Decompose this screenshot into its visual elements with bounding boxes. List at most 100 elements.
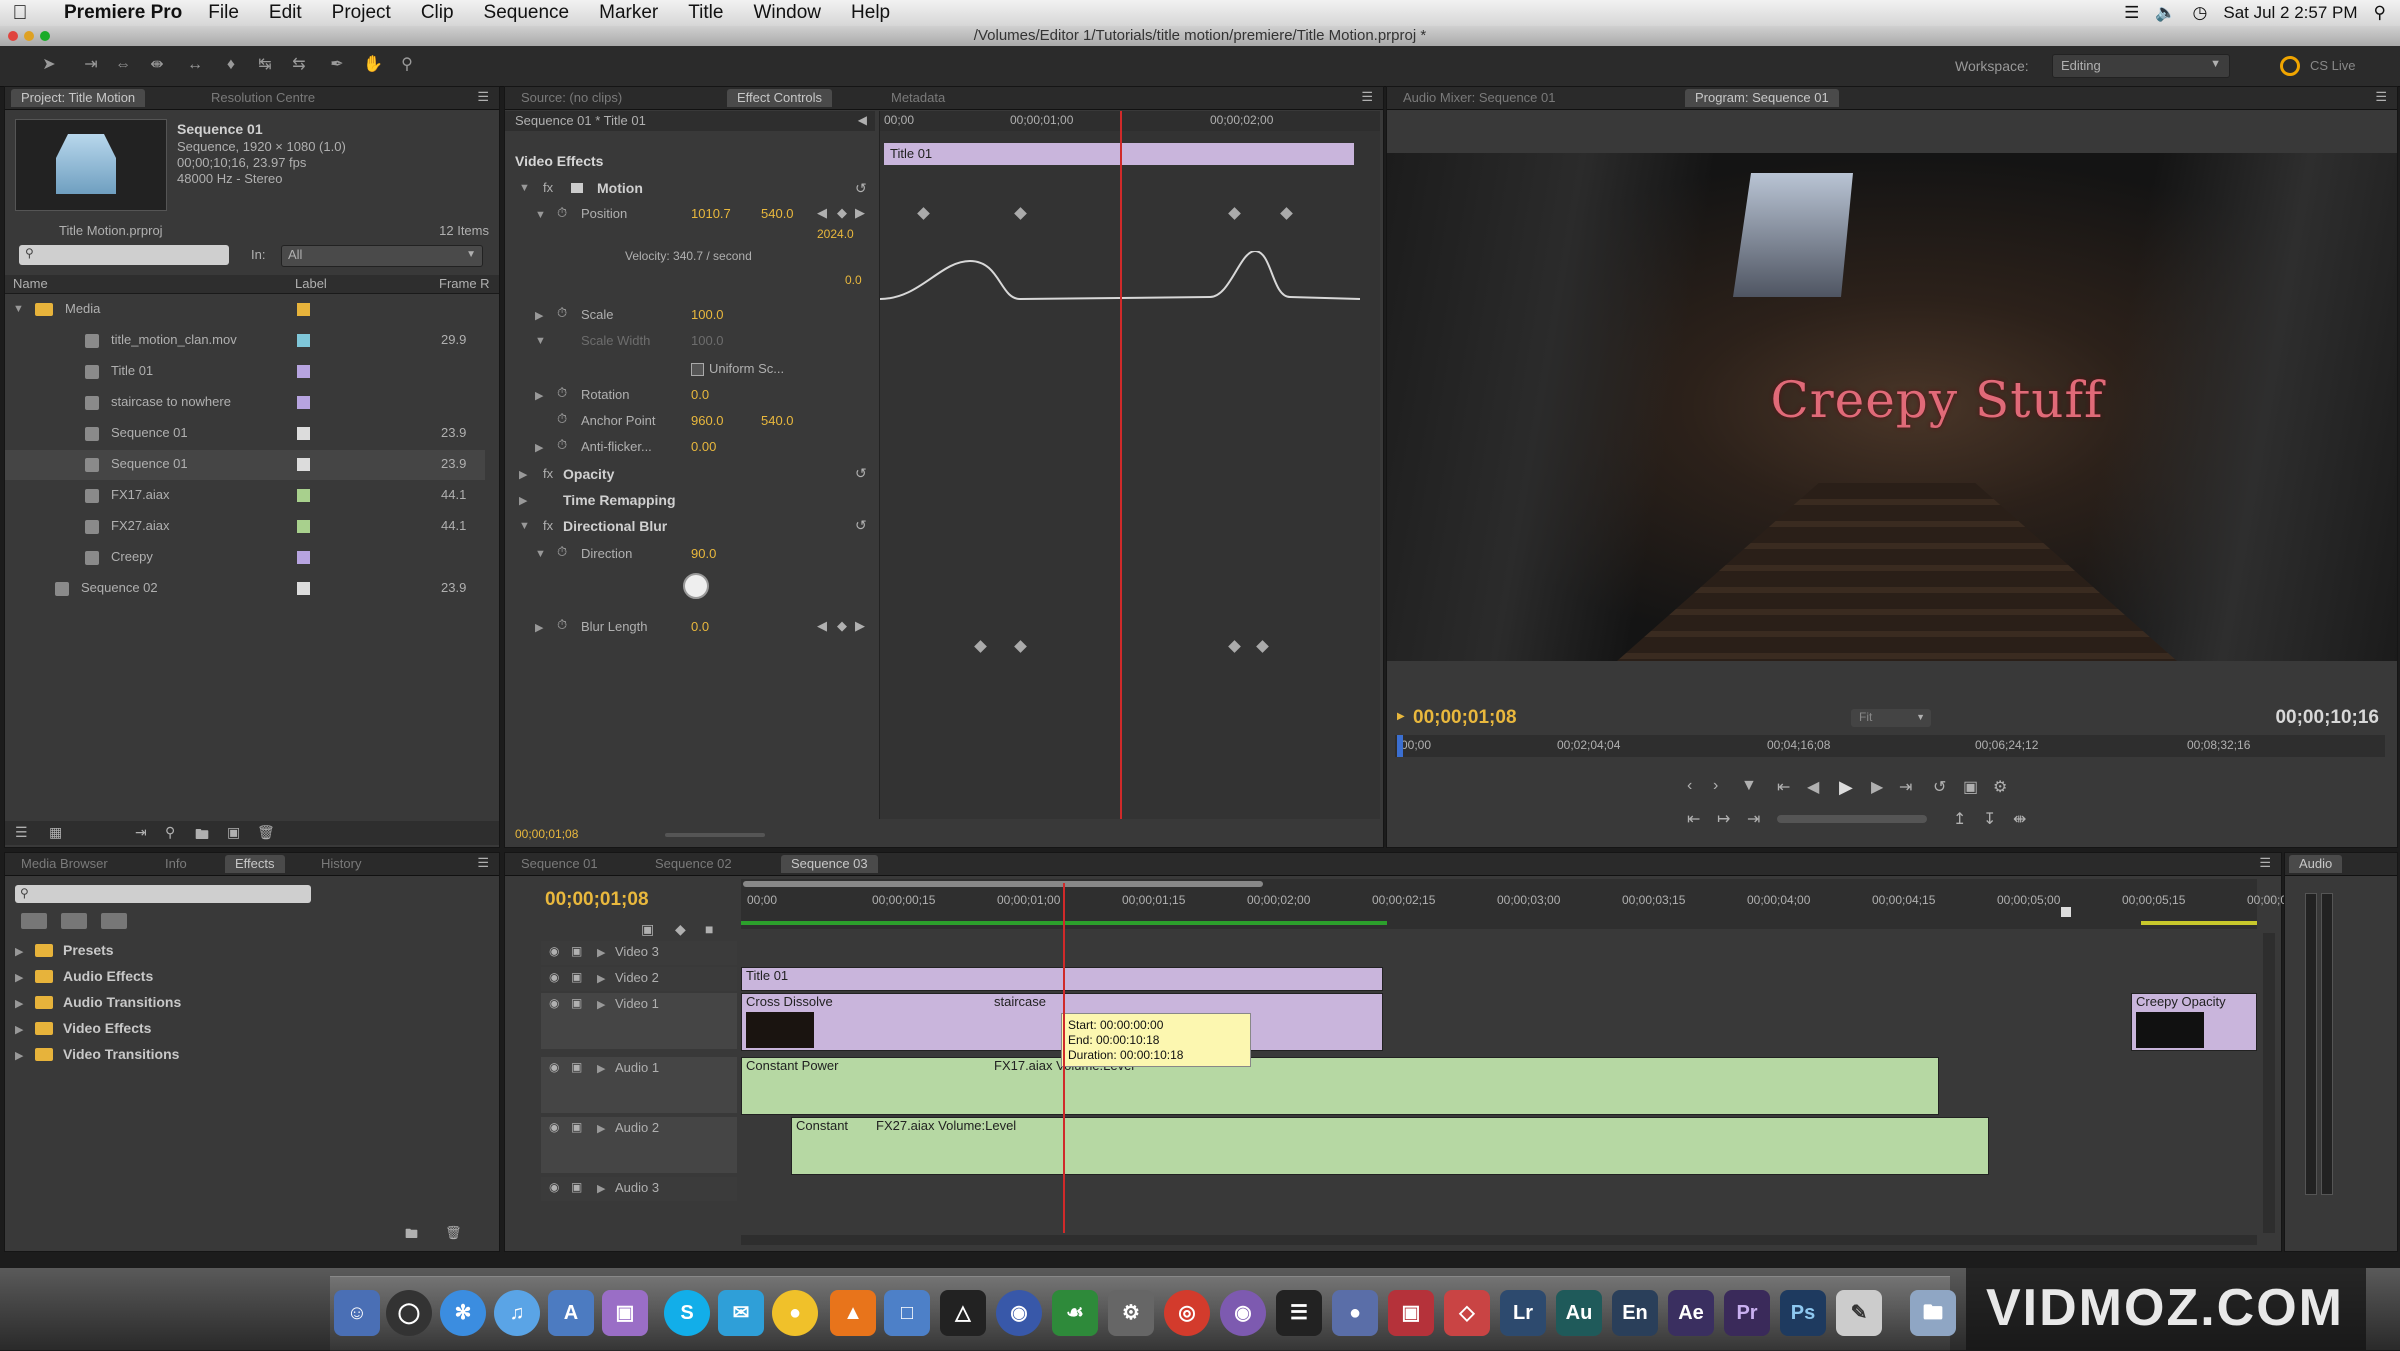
cs-live-icon[interactable] xyxy=(2280,56,2300,76)
photo-booth-icon[interactable]: ▣ xyxy=(602,1290,648,1336)
playhead-line[interactable] xyxy=(1120,111,1122,819)
expand-icon[interactable]: ▼ xyxy=(519,520,530,532)
program-video-frame[interactable]: Creepy Stuff xyxy=(1387,153,2397,661)
panel-menu-icon[interactable]: ☰ xyxy=(477,89,489,105)
yuv-effects-icon[interactable] xyxy=(101,913,127,929)
rate-stretch-tool-icon[interactable]: ↔ xyxy=(184,54,206,76)
vlc-icon[interactable]: ▲ xyxy=(830,1290,876,1336)
add-marker-icon[interactable]: ▼ xyxy=(1741,777,1757,795)
keyframe-marker[interactable] xyxy=(1014,207,1027,220)
reset-icon[interactable]: ↺ xyxy=(855,180,867,197)
column-frame-rate[interactable]: Frame R xyxy=(439,276,490,291)
add-keyframe-icon[interactable]: ◆ xyxy=(837,205,847,221)
next-keyframe-icon[interactable]: ▶ xyxy=(855,618,865,634)
stopwatch-icon[interactable]: ⏱ xyxy=(557,437,567,453)
tab-metadata[interactable]: Metadata xyxy=(881,89,955,107)
position-y-value[interactable]: 540.0 xyxy=(761,206,794,221)
expand-icon[interactable]: ▶ xyxy=(597,998,605,1011)
expand-icon[interactable]: ▶ xyxy=(597,1182,605,1195)
expand-icon[interactable]: ▶ xyxy=(535,389,543,402)
in-filter-select[interactable]: All ▼ xyxy=(281,245,483,267)
label-color-swatch[interactable] xyxy=(297,334,310,347)
expand-icon[interactable]: ▶ xyxy=(597,972,605,985)
fit-select[interactable]: Fit ▼ xyxy=(1851,709,1931,727)
photoshop-icon[interactable]: Ps xyxy=(1780,1290,1826,1336)
project-item-row[interactable]: FX27.aiax 44.1 xyxy=(5,512,485,542)
label-color-swatch[interactable] xyxy=(297,582,310,595)
column-label[interactable]: Label xyxy=(295,276,327,291)
zoom-slider[interactable] xyxy=(665,833,765,837)
app-menu[interactable]: Premiere Pro xyxy=(64,2,182,24)
skype-icon[interactable]: S xyxy=(664,1290,710,1336)
after-effects-icon[interactable]: Ae xyxy=(1668,1290,1714,1336)
timeline-vertical-scrollbar[interactable] xyxy=(2263,933,2275,1233)
slip-tool-icon[interactable]: ↹ xyxy=(254,54,276,76)
selection-tool-icon[interactable]: ➤ xyxy=(38,54,60,76)
keyframe-marker[interactable] xyxy=(1228,207,1241,220)
shuttle-slider[interactable] xyxy=(1777,815,1927,823)
position-x-value[interactable]: 1010.7 xyxy=(691,206,731,221)
automator-icon[interactable]: ⚙ xyxy=(1108,1290,1154,1336)
menubar-clock[interactable]: Sat Jul 2 2:57 PM xyxy=(2223,3,2357,23)
panel-menu-icon[interactable]: ☰ xyxy=(2375,89,2387,105)
project-item-row[interactable]: FX17.aiax 44.1 xyxy=(5,481,485,511)
expand-icon[interactable]: ▶ xyxy=(15,945,23,958)
hand-tool-icon[interactable]: ✋ xyxy=(362,54,384,76)
fx-icon[interactable]: fx xyxy=(543,466,553,481)
fx-icon[interactable]: fx xyxy=(543,180,553,195)
keyframe-marker[interactable] xyxy=(1014,640,1027,653)
program-time-ruler[interactable]: 00;00 00;02;04;04 00;04;16;08 00;06;24;1… xyxy=(1395,735,2385,757)
effects-category[interactable]: ▶ Video Transitions xyxy=(5,1043,485,1067)
zoom-window-icon[interactable] xyxy=(40,31,50,41)
menu-project[interactable]: Project xyxy=(332,2,391,24)
column-name[interactable]: Name xyxy=(13,276,48,291)
close-window-icon[interactable] xyxy=(8,31,18,41)
scale-value[interactable]: 100.0 xyxy=(691,307,724,322)
label-color-swatch[interactable] xyxy=(297,458,310,471)
play-in-to-out-icon[interactable]: ↦ xyxy=(1717,809,1730,829)
tab-project[interactable]: Project: Title Motion xyxy=(11,89,146,107)
keyframe-marker[interactable] xyxy=(917,207,930,220)
expand-icon[interactable]: ▶ xyxy=(597,946,605,959)
new-item-icon[interactable]: ▣ xyxy=(227,824,240,841)
blur-length-value[interactable]: 0.0 xyxy=(691,619,709,634)
effect-timeline-ruler[interactable]: 00;00 00;00;01;00 00;00;02;00 xyxy=(880,111,1380,131)
trim-icon[interactable]: ⇼ xyxy=(2013,809,2026,829)
anchor-y-value[interactable]: 540.0 xyxy=(761,413,794,428)
project-item-row[interactable]: title_motion_clan.mov 29.9 xyxy=(5,326,485,356)
new-bin-icon[interactable]: 🖿 xyxy=(195,824,209,848)
anchor-x-value[interactable]: 960.0 xyxy=(691,413,724,428)
effect-keyframe-area[interactable]: 00;00 00;00;01;00 00;00;02;00 Title 01 xyxy=(879,111,1380,819)
step-back-icon[interactable]: ◀ xyxy=(1807,777,1819,797)
timeline-playhead[interactable] xyxy=(1063,883,1065,1233)
track-header[interactable]: ◉ ▣ ▶ Audio 1 xyxy=(541,1057,737,1113)
project-item-row[interactable]: Title 01 xyxy=(5,357,485,387)
effects-category[interactable]: ▶ Audio Effects xyxy=(5,965,485,989)
go-to-in-icon[interactable]: ⇤ xyxy=(1777,777,1790,797)
label-color-swatch[interactable] xyxy=(297,303,310,316)
expand-icon[interactable]: ▼ xyxy=(519,182,530,194)
acrobat-icon[interactable]: ◇ xyxy=(1444,1290,1490,1336)
toggle-icon[interactable]: ◀ xyxy=(858,113,867,127)
ripple-edit-tool-icon[interactable]: ⇔ xyxy=(112,54,134,76)
stopwatch-icon[interactable]: ⏱ xyxy=(557,305,567,321)
tab-info[interactable]: Info xyxy=(155,855,197,873)
label-color-swatch[interactable] xyxy=(297,396,310,409)
stopwatch-icon[interactable]: ⏱ xyxy=(557,385,567,401)
menu-title[interactable]: Title xyxy=(688,2,723,24)
rolling-edit-tool-icon[interactable]: ⇼ xyxy=(146,54,168,76)
uniform-scale-checkbox[interactable] xyxy=(691,363,704,376)
anti-flicker-value[interactable]: 0.00 xyxy=(691,439,716,454)
automate-to-sequence-icon[interactable]: ⇥ xyxy=(135,824,147,841)
tab-effects[interactable]: Effects xyxy=(225,855,285,873)
expand-icon[interactable]: ▶ xyxy=(535,309,543,322)
velocity-graph[interactable] xyxy=(880,251,1380,311)
tab-sequence-02[interactable]: Sequence 02 xyxy=(645,855,742,873)
tab-media-browser[interactable]: Media Browser xyxy=(11,855,118,873)
accelerated-effects-icon[interactable] xyxy=(21,913,47,929)
effects-category[interactable]: ▶ Presets xyxy=(5,939,485,963)
project-search-input[interactable]: ⚲ xyxy=(19,245,229,265)
timeline-tracks-area[interactable]: Title 01 Cross Dissolve staircase Creepy… xyxy=(741,883,2257,1233)
menu-sequence[interactable]: Sequence xyxy=(484,2,570,24)
stopwatch-icon[interactable]: ⏱ xyxy=(557,544,567,560)
